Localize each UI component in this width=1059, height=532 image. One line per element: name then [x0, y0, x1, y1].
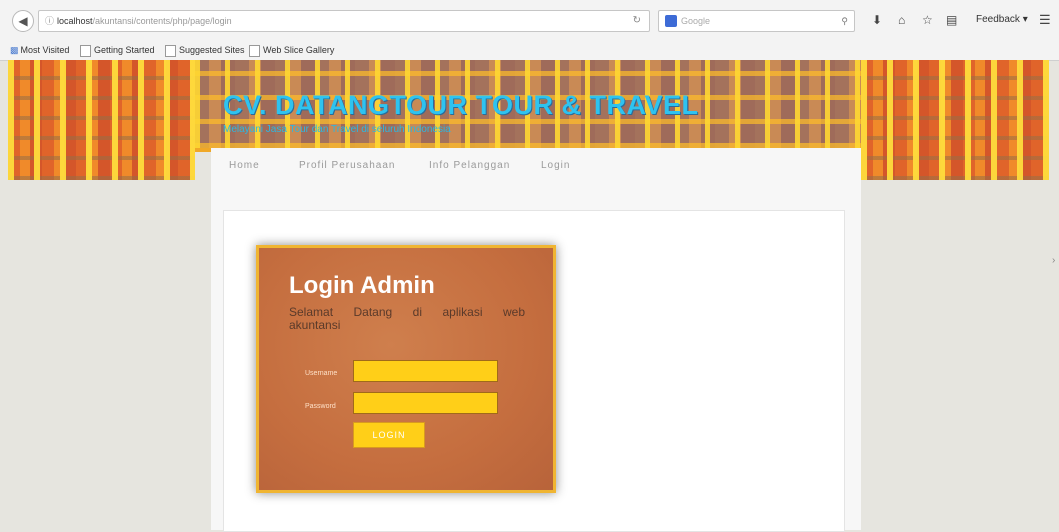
site-header: CV. DATANGTOUR TOUR & TRAVEL Melayani Ja… [195, 60, 861, 152]
site-title: CV. DATANGTOUR TOUR & TRAVEL [223, 90, 699, 120]
site-subtitle: Melayani Jasa Tour dan Travel di seluruh… [223, 124, 451, 135]
search-engine-icon [665, 15, 677, 27]
bookmark-label: Getting Started [94, 45, 155, 55]
login-button[interactable]: LOGIN [353, 422, 425, 448]
bookmark-suggested-sites[interactable]: Suggested Sites [165, 40, 245, 60]
scroll-arrow-icon[interactable]: › [1052, 255, 1055, 266]
search-icon[interactable]: ⚲ [841, 11, 848, 31]
site-info-icon: ⓘ [45, 16, 55, 26]
bookmark-label: Web Slice Gallery [263, 45, 335, 55]
reload-icon[interactable]: ↻ [633, 11, 641, 31]
navigation-toolbar: ◀ ⓘ localhost/akuntansi/contents/php/page… [0, 0, 1059, 40]
search-placeholder: Google [681, 16, 711, 26]
url-host: localhost [57, 16, 93, 26]
login-form-card: Login Admin Selamat Datang di aplikasi w… [256, 245, 556, 493]
download-icon[interactable]: ⬇ [872, 11, 882, 29]
address-bar[interactable]: ⓘ localhost/akuntansi/contents/php/page/l… [38, 10, 650, 32]
page-icon [165, 44, 176, 57]
username-label: Username [305, 370, 338, 377]
back-button[interactable]: ◀ [12, 10, 34, 32]
library-icon[interactable]: ▤ [946, 11, 957, 29]
bookmark-most-visited[interactable]: ▩ Most Visited [10, 40, 69, 60]
bookmark-label: Suggested Sites [179, 45, 245, 55]
search-bar[interactable]: Google ⚲ [658, 10, 855, 32]
bookmark-label: Most Visited [20, 45, 70, 55]
page-icon [80, 44, 91, 57]
side-banner-left [8, 60, 195, 180]
side-banner-right [861, 60, 1049, 180]
bookmarks-toolbar: ▩ Most Visited Getting Started Suggested … [0, 40, 1059, 60]
nav-info-pelanggan[interactable]: Info Pelanggan [429, 160, 510, 171]
nav-profil-perusahaan[interactable]: Profil Perusahaan [299, 160, 396, 171]
bookmark-web-slice-gallery[interactable]: Web Slice Gallery [249, 40, 334, 60]
most-visited-icon: ▩ [10, 45, 19, 55]
browser-chrome: ◀ ⓘ localhost/akuntansi/contents/php/page… [0, 0, 1059, 61]
nav-login[interactable]: Login [541, 160, 570, 171]
password-input[interactable] [353, 392, 498, 414]
menu-icon[interactable]: ☰ [1039, 11, 1051, 29]
feedback-label: Feedback [976, 14, 1020, 25]
bookmark-getting-started[interactable]: Getting Started [80, 40, 155, 60]
url-path: /akuntansi/contents/php/page/login [92, 16, 232, 26]
bookmark-star-icon[interactable]: ☆ [922, 11, 933, 29]
back-arrow-icon: ◀ [18, 14, 28, 28]
page-icon [249, 44, 260, 57]
login-title: Login Admin [289, 272, 435, 299]
home-icon[interactable]: ⌂ [898, 11, 905, 29]
welcome-text-line2: akuntansi [289, 318, 341, 332]
username-input[interactable] [353, 360, 498, 382]
password-label: Password [305, 403, 336, 410]
feedback-button[interactable]: Feedback ▾ [976, 11, 1028, 29]
nav-home[interactable]: Home [229, 160, 260, 171]
main-nav: Home Profil Perusahaan Info Pelanggan Lo… [211, 148, 861, 188]
